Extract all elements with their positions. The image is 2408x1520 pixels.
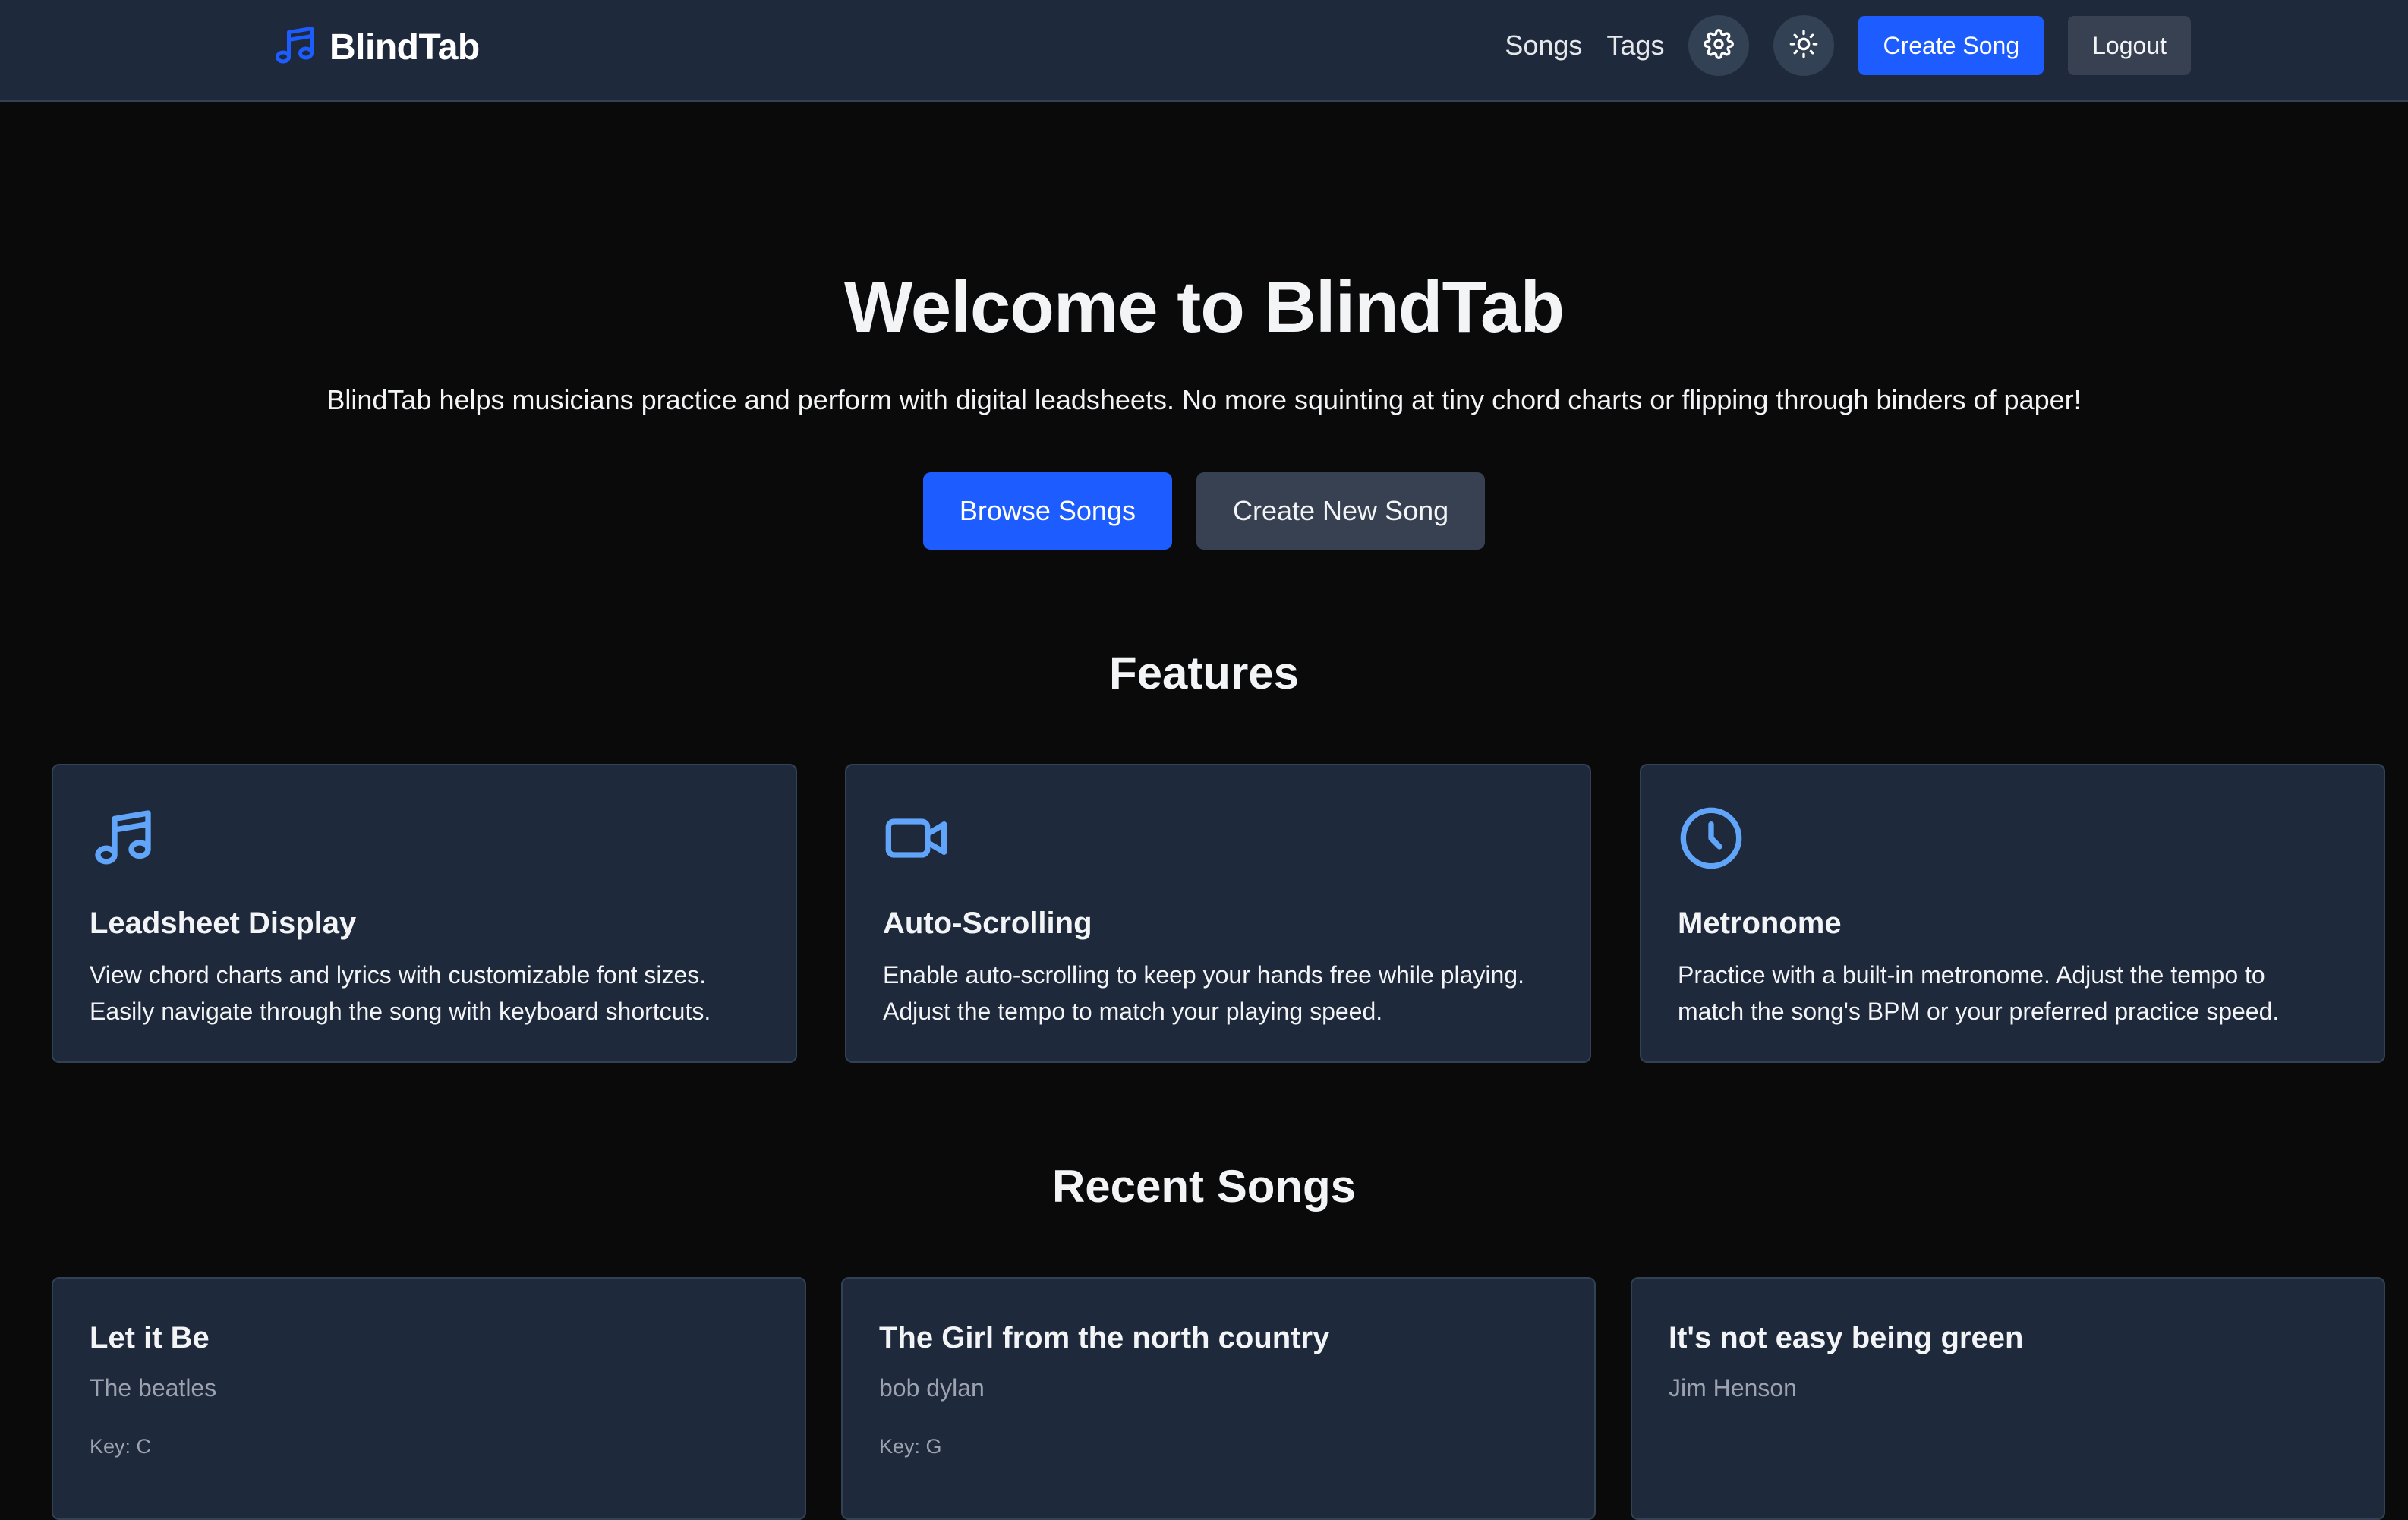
feature-card-leadsheet: Leadsheet Display View chord charts and … bbox=[52, 764, 797, 1063]
hero-subtitle: BlindTab helps musicians practice and pe… bbox=[326, 384, 2082, 415]
create-new-song-button[interactable]: Create New Song bbox=[1196, 472, 1486, 550]
brand-name: BlindTab bbox=[329, 27, 480, 68]
song-key: Key: G bbox=[879, 1435, 942, 1458]
feature-description: Enable auto-scrolling to keep your hands… bbox=[883, 957, 1559, 1030]
feature-description-line: Enable auto-scrolling to keep your hands… bbox=[883, 961, 1524, 989]
music-note-icon bbox=[272, 23, 317, 72]
feature-description: Practice with a built-in metronome. Adju… bbox=[1678, 957, 2353, 1030]
song-title: The Girl from the north country bbox=[879, 1321, 1330, 1354]
feature-description-line: Practice with a built-in metronome. Adju… bbox=[1678, 961, 2265, 989]
brand-logo-link[interactable]: BlindTab bbox=[272, 23, 480, 71]
create-song-button[interactable]: Create Song bbox=[1858, 16, 2044, 75]
song-title: Let it Be bbox=[90, 1321, 210, 1354]
song-artist: Jim Henson bbox=[1669, 1374, 1797, 1402]
nav-link-songs[interactable]: Songs bbox=[1505, 30, 1582, 61]
settings-button[interactable] bbox=[1688, 15, 1750, 76]
nav-link-tags[interactable]: Tags bbox=[1606, 30, 1664, 61]
nav-actions: Songs Tags Create Song Logout bbox=[1505, 15, 2191, 76]
recent-songs-heading: Recent Songs bbox=[1051, 1161, 1357, 1212]
feature-description: View chord charts and lyrics with custom… bbox=[90, 957, 765, 1030]
feature-description-line: View chord charts and lyrics with custom… bbox=[90, 961, 707, 989]
song-card[interactable]: It's not easy being green Jim Henson bbox=[1631, 1277, 2385, 1520]
song-artist: bob dylan bbox=[879, 1374, 985, 1402]
sun-icon bbox=[1789, 29, 1819, 63]
feature-title: Leadsheet Display bbox=[90, 907, 357, 940]
hero-actions: Browse Songs Create New Song bbox=[0, 472, 2408, 550]
song-artist: The beatles bbox=[90, 1374, 217, 1402]
feature-description-line: match the song's BPM or your preferred p… bbox=[1678, 998, 2280, 1025]
music-note-icon bbox=[90, 805, 156, 872]
navbar: BlindTab Songs Tags Create Song Logout bbox=[0, 0, 2408, 102]
song-card[interactable]: The Girl from the north country bob dyla… bbox=[841, 1277, 1596, 1520]
feature-description-line: Easily navigate through the song with ke… bbox=[90, 998, 711, 1025]
features-heading: Features bbox=[1108, 648, 1300, 699]
video-camera-icon bbox=[883, 805, 950, 872]
browse-songs-button[interactable]: Browse Songs bbox=[922, 472, 1172, 550]
logout-button[interactable]: Logout bbox=[2068, 16, 2191, 75]
feature-title: Metronome bbox=[1678, 907, 1842, 940]
feature-card-auto-scrolling: Auto-Scrolling Enable auto-scrolling to … bbox=[845, 764, 1591, 1063]
gear-icon bbox=[1704, 28, 1735, 63]
page-title: Welcome to BlindTab bbox=[843, 266, 1565, 348]
song-card[interactable]: Let it Be The beatles Key: C bbox=[52, 1277, 806, 1520]
feature-title: Auto-Scrolling bbox=[883, 907, 1092, 940]
song-title: It's not easy being green bbox=[1669, 1321, 2024, 1354]
clock-icon bbox=[1678, 805, 1745, 872]
theme-toggle-button[interactable] bbox=[1773, 15, 1835, 76]
song-key: Key: C bbox=[90, 1435, 152, 1458]
feature-description-line: Adjust the tempo to match your playing s… bbox=[883, 998, 1383, 1025]
feature-card-metronome: Metronome Practice with a built-in metro… bbox=[1640, 764, 2385, 1063]
